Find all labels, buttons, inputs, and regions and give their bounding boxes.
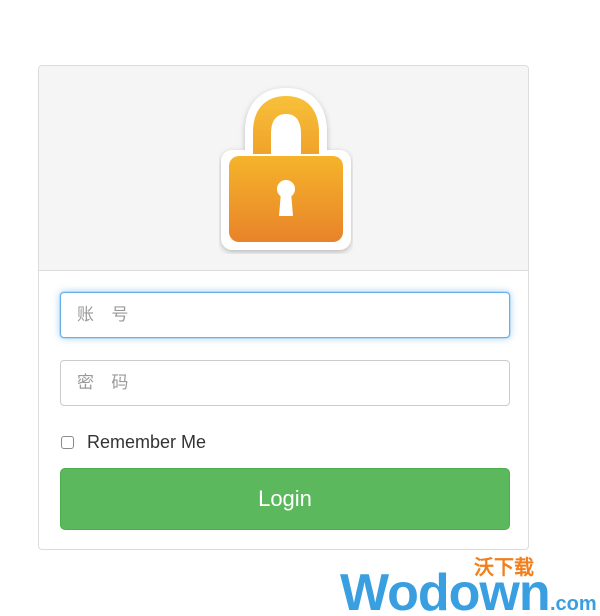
remember-me-label: Remember Me — [87, 431, 207, 452]
account-input[interactable] — [60, 292, 510, 338]
svg-text:沃下载: 沃下载 — [474, 555, 534, 579]
login-panel: Remember Me Login — [38, 65, 529, 550]
wodown-watermark-logo: Wodown .com 沃下载 — [338, 552, 600, 616]
remember-me-row[interactable]: Remember Me — [61, 431, 206, 453]
svg-text:.com: .com — [550, 593, 597, 615]
panel-header — [39, 66, 528, 271]
login-page: Remember Me Login Wodown .com 沃下载 — [0, 0, 600, 616]
login-button[interactable]: Login — [60, 468, 510, 530]
padlock-icon — [219, 84, 353, 254]
remember-me-checkbox[interactable] — [61, 435, 74, 449]
password-input[interactable] — [60, 360, 510, 406]
